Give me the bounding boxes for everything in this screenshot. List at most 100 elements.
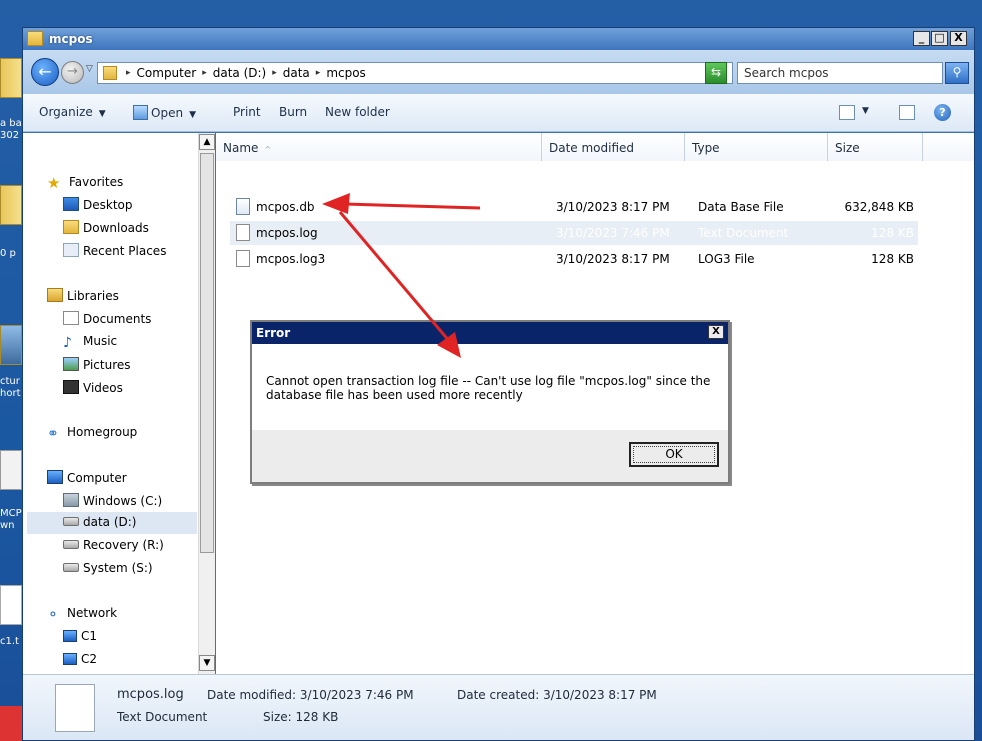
nav-label: System (S:): [83, 561, 153, 575]
command-bar: Organize ▼ Open ▼ Print Burn New folder ▼ …: [23, 94, 974, 132]
nav-documents[interactable]: Documents: [63, 311, 151, 326]
scroll-thumb[interactable]: [200, 153, 214, 553]
open-button[interactable]: Open ▼: [133, 105, 196, 120]
refresh-icon[interactable]: ⇆: [705, 62, 727, 84]
nav-computer[interactable]: Computer: [47, 470, 127, 485]
print-button[interactable]: Print: [233, 105, 261, 119]
breadcrumb-mcpos[interactable]: mcpos: [326, 66, 366, 81]
new-folder-button[interactable]: New folder: [325, 105, 390, 119]
open-icon: [133, 105, 148, 120]
burn-button[interactable]: Burn: [279, 105, 307, 119]
details-date-modified: Date modified: 3/10/2023 7:46 PM: [207, 688, 414, 702]
help-icon[interactable]: ?: [934, 104, 951, 121]
nav-label: C1: [81, 629, 98, 643]
nav-scrollbar[interactable]: ▲ ▼: [198, 133, 215, 674]
nav-label: Documents: [83, 312, 152, 326]
file-date: 3/10/2023 7:46 PM: [556, 226, 670, 240]
nav-drive-d[interactable]: data (D:): [27, 512, 197, 534]
preview-pane-icon[interactable]: [899, 105, 915, 120]
desktop-app-icon[interactable]: [0, 450, 22, 490]
chevron-right-icon[interactable]: ▸: [272, 66, 277, 81]
breadcrumb-computer[interactable]: Computer: [137, 66, 197, 81]
desktop-folder-icon[interactable]: [0, 185, 22, 225]
window-title: mcpos: [49, 32, 93, 46]
homegroup-icon: ⚭: [47, 426, 59, 442]
desktop-label: 302: [0, 130, 20, 141]
nav-label: Downloads: [83, 221, 149, 235]
nav-pictures[interactable]: Pictures: [63, 357, 131, 372]
table-row[interactable]: mcpos.log3 3/10/2023 8:17 PM LOG3 File 1…: [230, 247, 918, 271]
file-size: 128 KB: [871, 226, 914, 240]
forward-button[interactable]: →: [61, 61, 84, 84]
nav-label: Recent Places: [83, 244, 167, 258]
nav-favorites[interactable]: ★ Favorites: [47, 174, 123, 192]
nav-label: Music: [83, 334, 118, 348]
pictures-icon: [63, 357, 79, 371]
nav-drive-c[interactable]: Windows (C:): [63, 493, 162, 508]
nav-homegroup[interactable]: ⚭ Homegroup: [47, 425, 137, 442]
breadcrumb-data-drive[interactable]: data (D:): [213, 66, 267, 81]
nav-recent-places[interactable]: Recent Places: [63, 243, 166, 258]
scroll-up-icon[interactable]: ▲: [199, 134, 215, 150]
chevron-right-icon[interactable]: ▸: [202, 66, 207, 81]
nav-libraries[interactable]: Libraries: [47, 288, 119, 303]
details-pane: mcpos.log Text Document Date modified: 3…: [23, 674, 974, 740]
change-view-icon[interactable]: [839, 105, 855, 120]
scroll-down-icon[interactable]: ▼: [199, 655, 215, 671]
nav-c2[interactable]: C2: [63, 652, 97, 666]
nav-drive-r[interactable]: Recovery (R:): [63, 538, 164, 552]
nav-label: Videos: [83, 381, 123, 395]
file-type: Text Document: [698, 226, 789, 240]
desktop-shortcut-icon[interactable]: [0, 325, 22, 365]
search-icon[interactable]: ⚲: [945, 62, 969, 84]
folder-icon: [103, 66, 117, 80]
nav-desktop[interactable]: Desktop: [63, 197, 133, 212]
ok-button[interactable]: OK: [629, 442, 719, 467]
nav-downloads[interactable]: Downloads: [63, 220, 149, 235]
table-row[interactable]: mcpos.log 3/10/2023 7:46 PM Text Documen…: [230, 221, 918, 245]
dialog-close-button[interactable]: X: [708, 325, 724, 339]
file-date: 3/10/2023 8:17 PM: [556, 200, 670, 214]
file-name: mcpos.log: [256, 226, 318, 240]
desktop-app-icon[interactable]: [0, 706, 22, 741]
title-bar[interactable]: mcpos _ □ X: [23, 28, 974, 50]
table-row[interactable]: mcpos.db 3/10/2023 8:17 PM Data Base Fil…: [230, 195, 918, 219]
drive-icon: [63, 563, 79, 572]
nav-c1[interactable]: C1: [63, 629, 97, 643]
desktop-label: hort: [0, 388, 21, 399]
column-header-size[interactable]: Size: [828, 133, 923, 161]
address-box[interactable]: ▸ Computer ▸ data (D:) ▸ data ▸ mcpos ▼: [97, 62, 733, 84]
close-button[interactable]: X: [950, 31, 967, 46]
folder-icon: [27, 31, 43, 46]
recent-pages-dropdown-icon[interactable]: ▽: [86, 64, 93, 74]
back-button[interactable]: ←: [31, 58, 59, 86]
text-file-icon: [55, 684, 95, 732]
maximize-button[interactable]: □: [931, 31, 948, 46]
desktop-file-icon[interactable]: [0, 585, 22, 625]
details-date-created: Date created: 3/10/2023 8:17 PM: [457, 688, 657, 702]
column-header-date[interactable]: Date modified: [542, 133, 685, 161]
breadcrumb-data[interactable]: data: [283, 66, 310, 81]
nav-drive-s[interactable]: System (S:): [63, 561, 153, 575]
nav-music[interactable]: ♪ Music: [63, 334, 118, 351]
dialog-title-bar[interactable]: Error X: [252, 322, 728, 344]
text-file-icon: [236, 224, 250, 241]
details-size: Size: 128 KB: [263, 710, 339, 724]
nav-label: Network: [67, 606, 118, 620]
column-header-name[interactable]: Name ^: [216, 133, 542, 161]
dialog-message-line: Cannot open transaction log file -- Can'…: [266, 374, 711, 388]
search-input[interactable]: Search mcpos: [737, 62, 943, 84]
organize-button[interactable]: Organize ▼: [39, 105, 106, 119]
nav-videos[interactable]: Videos: [63, 380, 123, 395]
nav-network[interactable]: ⚬ Network: [47, 606, 118, 623]
navigation-pane: ★ Favorites Desktop Downloads Recent Plac…: [23, 133, 215, 687]
chevron-right-icon[interactable]: ▸: [126, 66, 131, 81]
file-icon: [236, 250, 250, 267]
column-header-type[interactable]: Type: [685, 133, 828, 161]
minimize-button[interactable]: _: [913, 31, 930, 46]
chevron-right-icon[interactable]: ▸: [316, 66, 321, 81]
file-type: LOG3 File: [698, 252, 755, 266]
desktop-folder-icon[interactable]: [0, 58, 22, 98]
computer-icon: [63, 653, 77, 665]
view-dropdown-icon[interactable]: ▼: [862, 106, 869, 116]
